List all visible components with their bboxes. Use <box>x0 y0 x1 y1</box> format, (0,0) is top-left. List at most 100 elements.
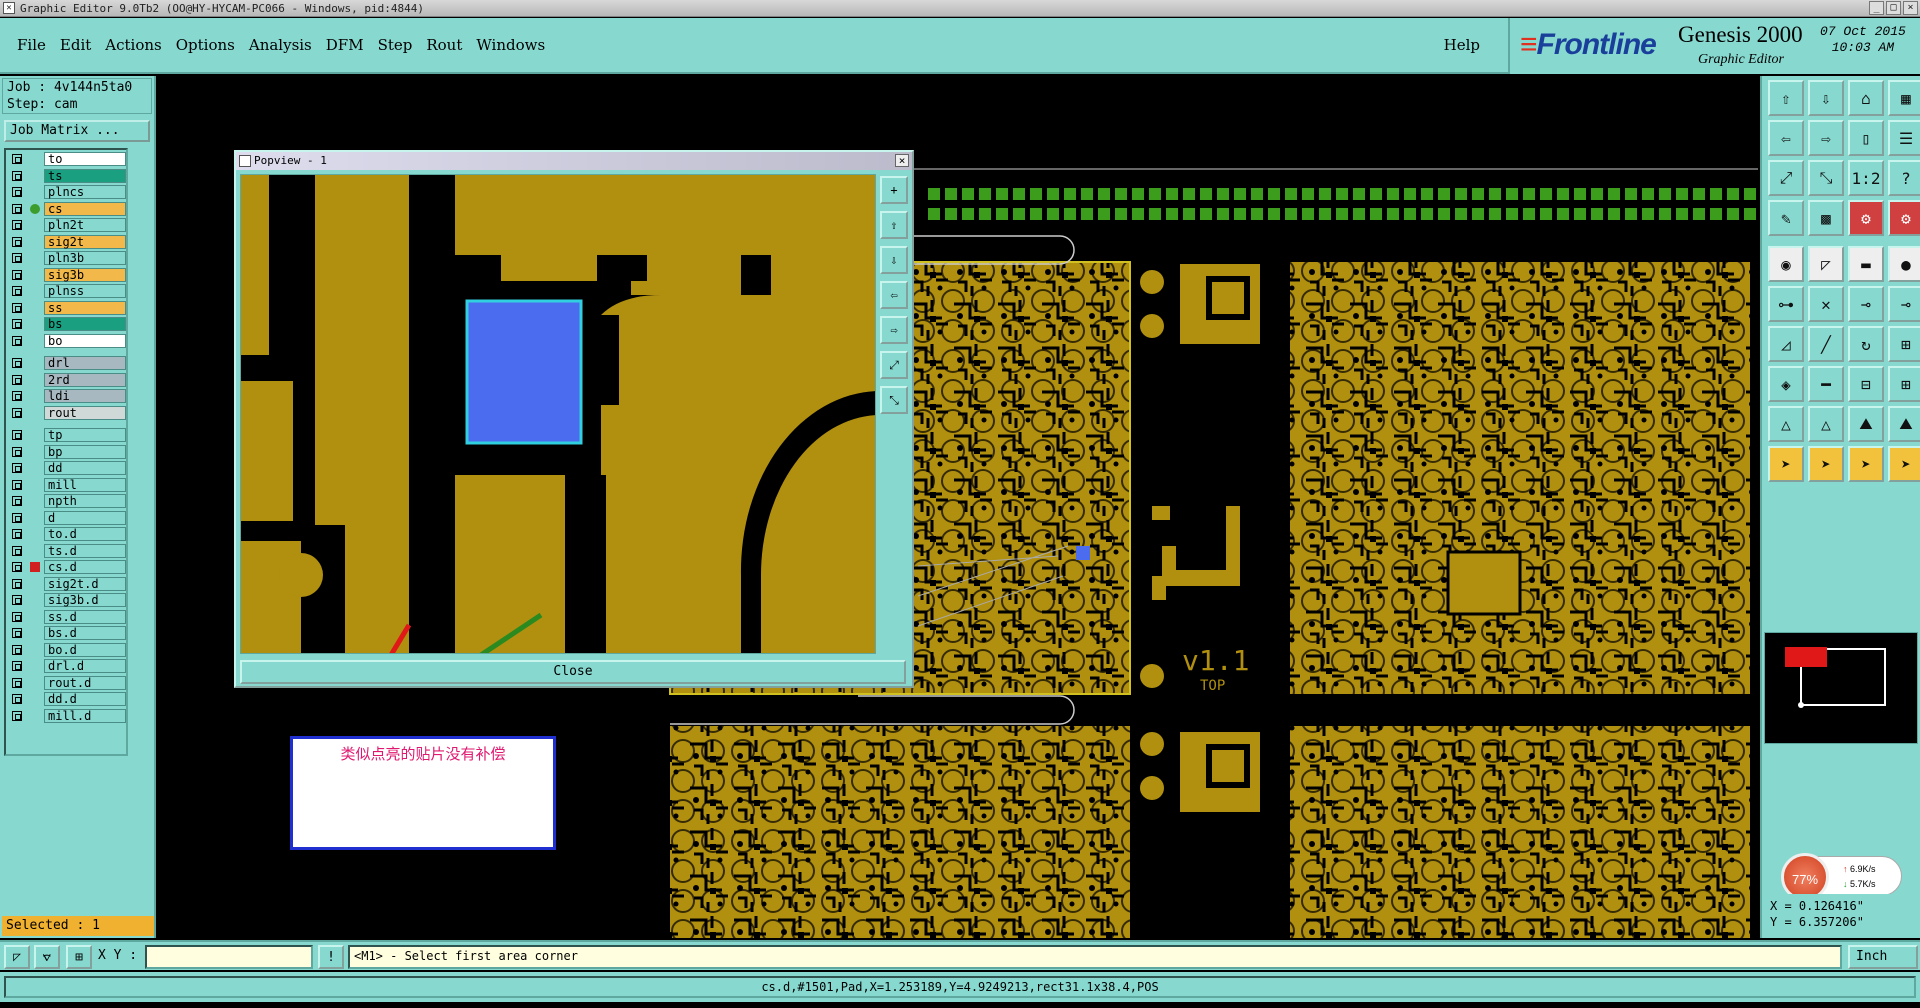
layer-name[interactable]: ss.d <box>44 609 126 624</box>
tool-arc-3-icon[interactable]: ⛰ <box>1848 406 1884 442</box>
measure-mode-button[interactable]: ⦡ <box>34 945 60 969</box>
layer-checkbox[interactable] <box>12 479 22 490</box>
layer-row[interactable]: ts.d <box>8 543 126 558</box>
layer-checkbox[interactable] <box>12 677 22 688</box>
menu-windows[interactable]: Windows <box>469 36 552 54</box>
layer-row[interactable]: rout.d <box>8 675 126 690</box>
tool-arc-1-icon[interactable]: △ <box>1768 406 1804 442</box>
layer-row[interactable]: mill <box>8 477 126 492</box>
tool-zoom-center-icon[interactable]: ⤡ <box>1808 160 1844 196</box>
tool-layers-icon[interactable]: ⌂ <box>1848 80 1884 116</box>
layer-name[interactable]: sig3b.d <box>44 593 126 607</box>
layer-checkbox[interactable] <box>12 407 22 418</box>
tool-slope-icon[interactable]: ╱ <box>1808 326 1844 362</box>
layer-name[interactable]: dd.d <box>44 692 126 706</box>
tool-filter-2-icon[interactable]: ⚙ <box>1888 200 1920 236</box>
layer-row[interactable]: bs <box>8 317 126 331</box>
layer-row[interactable]: rout <box>8 405 126 420</box>
tool-line-icon[interactable]: ▬ <box>1848 246 1884 282</box>
layer-name[interactable]: ss <box>44 300 126 315</box>
tool-move-icon[interactable]: ⊸ <box>1848 286 1884 322</box>
layer-name[interactable]: ts <box>44 168 126 183</box>
layer-checkbox[interactable] <box>12 253 22 263</box>
layer-checkbox[interactable] <box>12 529 22 539</box>
layer-checkbox[interactable] <box>12 374 22 385</box>
maximize-button[interactable]: □ <box>1886 1 1901 15</box>
menu-dfm[interactable]: DFM <box>319 36 371 54</box>
layer-checkbox[interactable] <box>12 644 22 655</box>
minimap[interactable] <box>1764 632 1918 744</box>
layer-row[interactable]: pln3b <box>8 251 126 265</box>
tool-edit-icon[interactable]: ✎ <box>1768 200 1804 236</box>
layer-row[interactable]: dd.d <box>8 692 126 706</box>
popview-canvas[interactable] <box>240 174 876 654</box>
layer-checkbox[interactable] <box>12 391 22 401</box>
layer-row[interactable]: drl <box>8 356 126 370</box>
tool-fill-icon[interactable]: ▩ <box>1808 200 1844 236</box>
grid-mode-button[interactable]: ⊞ <box>66 945 92 969</box>
highlighted-pad[interactable] <box>465 299 583 445</box>
popview-pan-right-button[interactable]: ⇨ <box>880 316 908 344</box>
popview-pan-left-button[interactable]: ⇦ <box>880 281 908 309</box>
layer-name[interactable]: sig2t.d <box>44 576 126 591</box>
layer-name[interactable]: ldi <box>44 389 126 403</box>
snap-mode-button[interactable]: ◸ <box>4 945 30 969</box>
layer-name[interactable]: plnss <box>44 284 126 298</box>
tool-select-1-icon[interactable]: ➤ <box>1768 446 1804 482</box>
layer-row[interactable]: ldi <box>8 389 126 403</box>
tool-select-4-icon[interactable]: ➤ <box>1888 446 1920 482</box>
tool-grid-icon[interactable]: ▦ <box>1888 80 1920 116</box>
layer-row[interactable]: tp <box>8 428 126 442</box>
layer-name[interactable]: bo.d <box>44 642 126 657</box>
layer-checkbox[interactable] <box>12 496 22 506</box>
layer-checkbox[interactable] <box>12 463 22 473</box>
layer-name[interactable]: pln2t <box>44 218 126 232</box>
layer-row[interactable]: sig2t <box>8 234 126 249</box>
tool-zoom-fit-icon[interactable]: ⤢ <box>1768 160 1804 196</box>
layer-row[interactable]: pln2t <box>8 218 126 232</box>
layer-checkbox[interactable] <box>12 335 22 346</box>
tool-ratio-icon[interactable]: 1:2 <box>1848 160 1884 196</box>
layer-row[interactable]: d <box>8 510 126 525</box>
layer-row[interactable]: ts <box>8 168 126 183</box>
tool-delete-icon[interactable]: ✕ <box>1808 286 1844 322</box>
layer-name[interactable]: npth <box>44 494 126 508</box>
layer-name[interactable]: dd <box>44 461 126 475</box>
layer-name[interactable]: tp <box>44 428 126 442</box>
tool-right-icon[interactable]: ⇨ <box>1808 120 1844 156</box>
tool-filter-icon[interactable]: ⚙ <box>1848 200 1884 236</box>
layer-checkbox[interactable] <box>12 661 22 671</box>
tool-angle-icon[interactable]: ◿ <box>1768 326 1804 362</box>
layer-checkbox[interactable] <box>12 358 22 368</box>
tool-home-icon[interactable]: ⇧ <box>1768 80 1804 116</box>
layer-name[interactable]: pln3b <box>44 251 126 265</box>
tool-left-icon[interactable]: ⇦ <box>1768 120 1804 156</box>
popview-close-x[interactable]: × <box>895 154 909 167</box>
layer-row[interactable]: bp <box>8 444 126 459</box>
layer-name[interactable]: bs.d <box>44 626 126 640</box>
menu-help[interactable]: Help <box>1444 36 1480 54</box>
layer-name[interactable]: rout.d <box>44 675 126 690</box>
layer-name[interactable]: plncs <box>44 185 126 199</box>
layer-row[interactable]: sig3b.d <box>8 593 126 607</box>
popview-close-button[interactable]: Close <box>240 660 906 684</box>
layer-checkbox[interactable] <box>12 269 22 280</box>
tool-array-icon[interactable]: ◈ <box>1768 366 1804 402</box>
tool-display-icon[interactable]: ◸ <box>1808 246 1844 282</box>
layer-row[interactable]: drl.d <box>8 659 126 673</box>
layer-row[interactable]: to.d <box>8 527 126 541</box>
layer-row[interactable]: to <box>8 152 126 166</box>
xy-input[interactable] <box>145 945 313 969</box>
tool-pad-icon[interactable]: ● <box>1888 246 1920 282</box>
layer-name[interactable]: bo <box>44 333 126 348</box>
layer-checkbox[interactable] <box>12 710 22 721</box>
tool-arc-4-icon[interactable]: ⛰ <box>1888 406 1920 442</box>
layer-checkbox[interactable] <box>12 430 22 440</box>
minimize-button[interactable]: _ <box>1869 1 1884 15</box>
layer-checkbox[interactable] <box>12 694 22 704</box>
layer-row[interactable]: ss <box>8 300 126 315</box>
layer-checkbox[interactable] <box>12 286 22 296</box>
layer-name[interactable]: to.d <box>44 527 126 541</box>
popview-zoom-fit-button[interactable]: ⤢ <box>880 351 908 379</box>
tool-copy-icon[interactable]: ⊸ <box>1888 286 1920 322</box>
